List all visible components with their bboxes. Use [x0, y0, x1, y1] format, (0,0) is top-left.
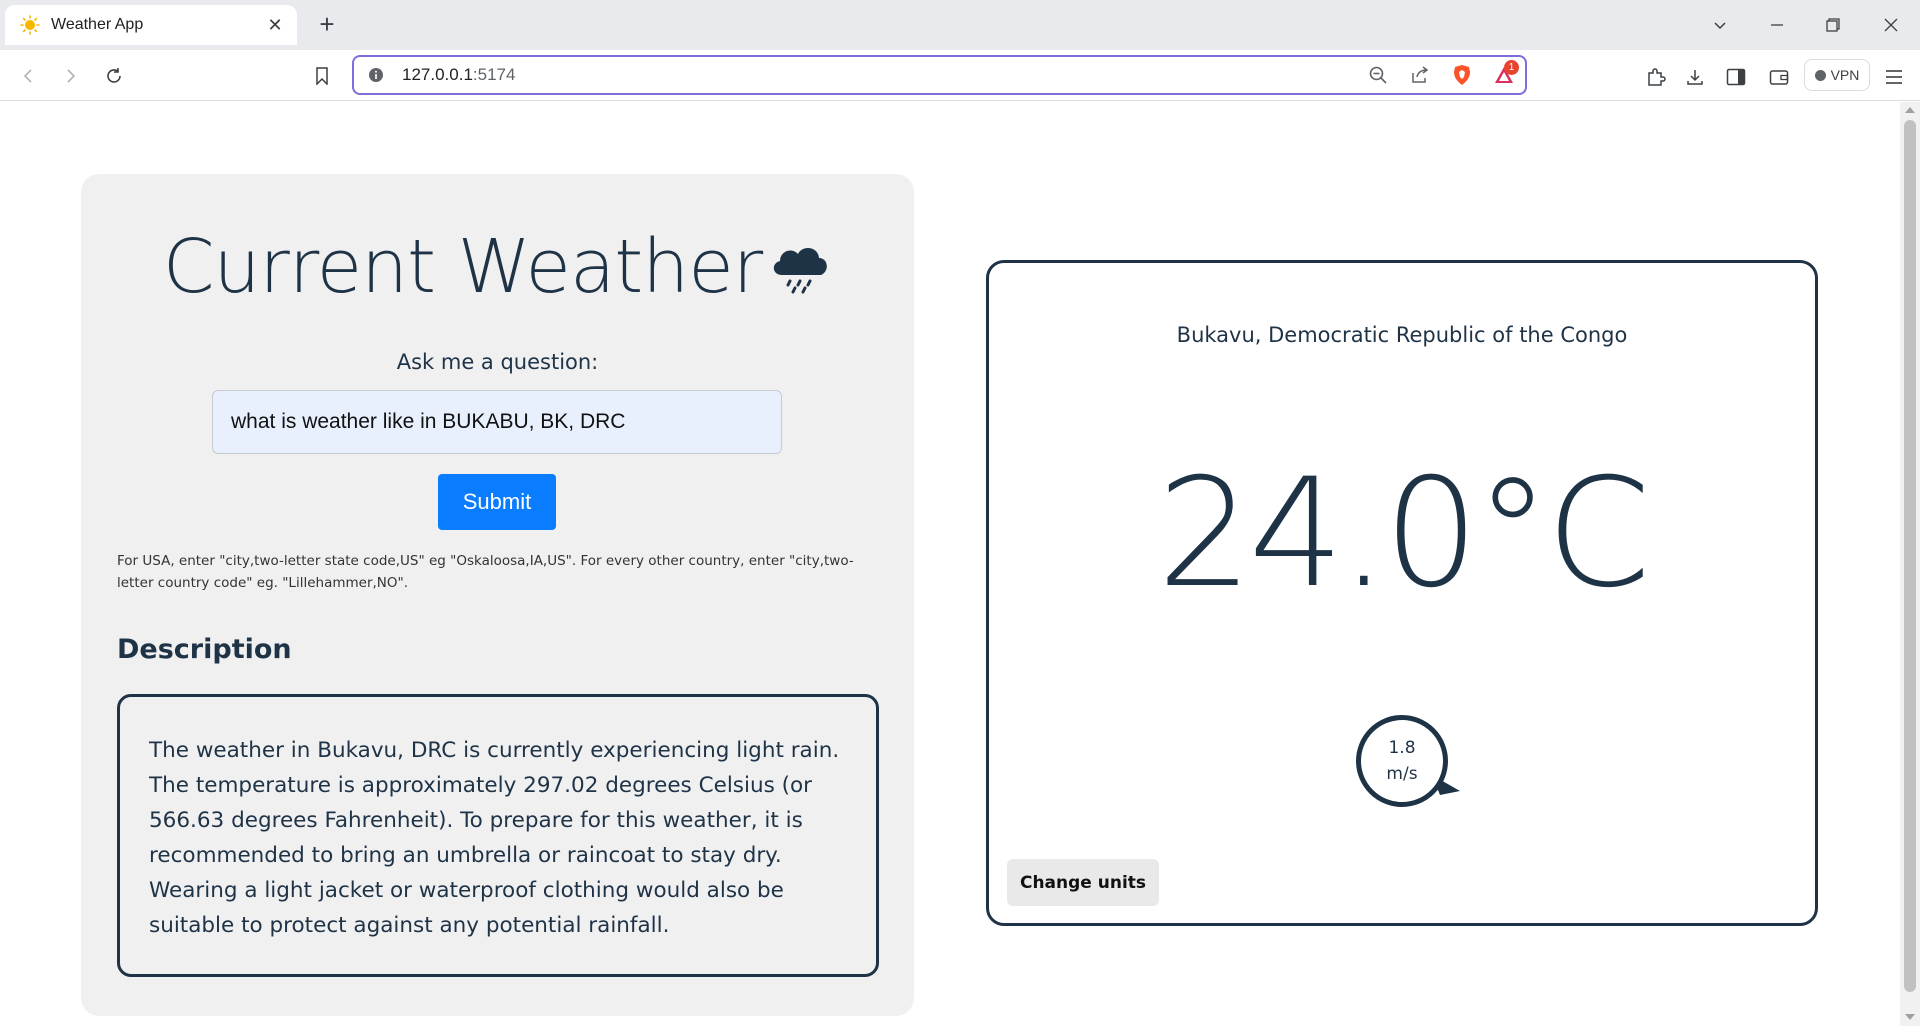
vpn-button[interactable]: VPN	[1804, 59, 1870, 91]
input-hint: For USA, enter "city,two-letter state co…	[117, 553, 854, 591]
forward-icon[interactable]	[56, 62, 84, 90]
tab-title: Weather App	[51, 16, 144, 33]
site-info-icon[interactable]	[364, 63, 388, 87]
change-units-button[interactable]: Change units	[1007, 859, 1159, 906]
vpn-status-icon	[1814, 69, 1826, 81]
page-scrollbar[interactable]	[1900, 102, 1920, 1026]
tab-bar: Weather App ✕ +	[0, 0, 1920, 50]
page-viewport: Current Weather Ask me a question: Submi…	[0, 102, 1900, 1026]
url-text: 127.0.0.1:5174	[402, 65, 1357, 85]
wind-speed-circle: 1.8 m/s	[1356, 715, 1448, 807]
browser-toolbar: 127.0.0.1:5174 1 VPN	[0, 50, 1920, 101]
location-name: Bukavu, Democratic Republic of the Congo	[1176, 323, 1628, 347]
extensions-icon[interactable]	[1643, 64, 1669, 90]
wallet-icon[interactable]	[1766, 64, 1792, 90]
wind-indicator: 1.8 m/s	[1356, 715, 1460, 819]
scroll-up-icon[interactable]	[1905, 107, 1915, 113]
rewards-icon[interactable]: 1	[1489, 60, 1519, 90]
tab-search-chevron-icon[interactable]	[1705, 10, 1735, 40]
description-text: The weather in Bukavu, DRC is currently …	[149, 738, 840, 938]
sun-icon	[19, 14, 41, 36]
wind-speed-value: 1.8	[1388, 738, 1416, 758]
reload-icon[interactable]	[100, 62, 128, 90]
sidebar-icon[interactable]	[1723, 64, 1749, 90]
wind-speed-unit: m/s	[1386, 764, 1418, 784]
query-panel: Current Weather Ask me a question: Submi…	[81, 174, 914, 1016]
bookmark-icon[interactable]	[308, 62, 336, 90]
temperature-value: 24.0°C	[1157, 447, 1651, 621]
vpn-label: VPN	[1830, 67, 1860, 83]
page-title-text: Current Weather	[162, 224, 763, 310]
question-input[interactable]	[212, 390, 782, 454]
question-label: Ask me a question:	[396, 350, 599, 374]
browser-tab[interactable]: Weather App ✕	[5, 5, 297, 45]
rewards-badge: 1	[1504, 60, 1519, 75]
menu-icon[interactable]	[1881, 64, 1907, 90]
weather-card: Bukavu, Democratic Republic of the Congo…	[986, 260, 1818, 926]
address-bar[interactable]: 127.0.0.1:5174 1	[352, 55, 1527, 95]
description-box: The weather in Bukavu, DRC is currently …	[117, 694, 879, 977]
tab-close-icon[interactable]: ✕	[265, 15, 285, 36]
minimize-icon[interactable]	[1762, 10, 1792, 40]
share-icon[interactable]	[1405, 60, 1435, 90]
description-heading: Description	[117, 634, 292, 665]
url-host: 127.0.0.1	[402, 65, 473, 84]
close-window-icon[interactable]	[1876, 10, 1906, 40]
scroll-thumb[interactable]	[1904, 120, 1916, 992]
zoom-out-icon[interactable]	[1363, 60, 1393, 90]
submit-button[interactable]: Submit	[438, 474, 556, 530]
rain-cloud-icon	[768, 229, 832, 315]
restore-icon[interactable]	[1818, 10, 1848, 40]
new-tab-button[interactable]: +	[314, 11, 340, 38]
url-port: :5174	[472, 65, 516, 84]
page-title: Current Weather	[81, 224, 914, 315]
brave-shield-icon[interactable]	[1447, 60, 1477, 90]
download-icon[interactable]	[1682, 64, 1708, 90]
back-icon[interactable]	[15, 62, 43, 90]
scroll-down-icon[interactable]	[1905, 1014, 1915, 1020]
